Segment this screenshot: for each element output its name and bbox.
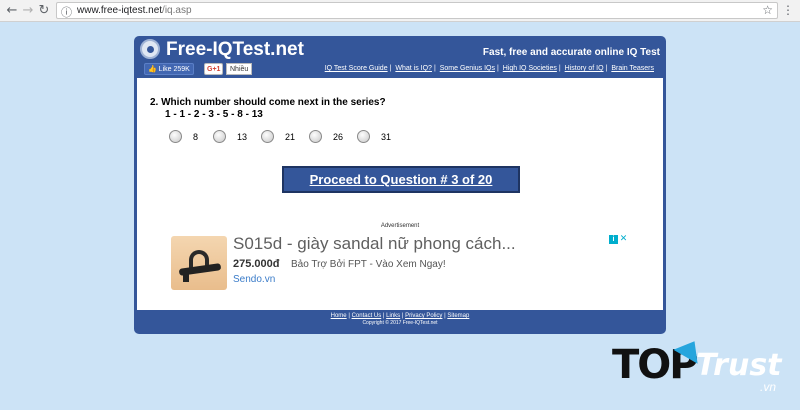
- bookmark-star-icon[interactable]: ☆: [762, 3, 773, 17]
- ad-label: Advertisement: [380, 223, 420, 229]
- nav-link-brain-teasers[interactable]: Brain Teasers: [611, 65, 654, 72]
- ad-info-icon[interactable]: i: [609, 235, 618, 244]
- radio-button[interactable]: [213, 130, 226, 143]
- ad-description: Bảo Trợ Bởi FPT - Vào Xem Ngay!: [291, 259, 446, 270]
- google-plus-count: Nhiều: [226, 63, 253, 75]
- forward-arrow-icon[interactable]: →: [20, 3, 36, 19]
- copyright: Copyright © 2017 Free-IQTest.net: [362, 320, 438, 326]
- toptrust-watermark-logo: TOP Trust .vn: [612, 334, 792, 400]
- footer-link-sitemap[interactable]: Sitemap: [447, 313, 469, 319]
- series-text: 1 - 1 - 2 - 3 - 5 - 8 - 13: [165, 109, 263, 120]
- facebook-like-button[interactable]: 👍 Like 259K: [144, 63, 194, 75]
- ad-price: 275.000đ: [233, 258, 280, 270]
- info-icon[interactable]: ⓘ: [61, 4, 72, 20]
- nav-link-high-iq-societies[interactable]: High IQ Societies: [503, 65, 557, 72]
- site-frame: Free-IQTest.net Fast, free and accurate …: [134, 36, 666, 334]
- radio-button[interactable]: [357, 130, 370, 143]
- logo-text: Free-IQTest.net: [166, 39, 304, 60]
- radio-button[interactable]: [261, 130, 274, 143]
- google-plus-button[interactable]: G+1: [204, 63, 224, 75]
- footer-link-home[interactable]: Home: [331, 313, 347, 319]
- logo-brain-icon: [140, 39, 160, 59]
- proceed-button[interactable]: Proceed to Question # 3 of 20: [282, 166, 520, 193]
- browser-toolbar: ← → ↻ ⓘ www.free-iqtest.net/iq.asp ☆ ⋮: [0, 0, 800, 22]
- reload-icon[interactable]: ↻: [36, 3, 52, 19]
- footer-link-privacy[interactable]: Privacy Policy: [405, 313, 442, 319]
- thumbs-up-icon: 👍: [148, 66, 157, 73]
- url-text[interactable]: www.free-iqtest.net/iq.asp: [77, 5, 192, 16]
- radio-button[interactable]: [309, 130, 322, 143]
- address-bar[interactable]: ⓘ www.free-iqtest.net/iq.asp ☆: [56, 2, 778, 19]
- ad-close-icon[interactable]: ✕: [619, 235, 628, 244]
- site-tagline: Fast, free and accurate online IQ Test: [482, 47, 660, 58]
- footer-link-links[interactable]: Links: [386, 313, 400, 319]
- nav-link-what-is-iq[interactable]: What is IQ?: [395, 65, 432, 72]
- watermark-vn: .vn: [760, 380, 777, 394]
- quiz-panel: 2. Which number should come next in the …: [137, 78, 663, 310]
- sub-header: 👍 Like 259K G+1 Nhiều IQ Test Score Guid…: [134, 62, 666, 76]
- ad-choices[interactable]: i ✕: [609, 235, 629, 244]
- ad-banner[interactable]: S015d - giày sandal nữ phong cách... 275…: [171, 234, 631, 294]
- ad-source-link[interactable]: Sendo.vn: [233, 274, 275, 285]
- nav-link-genius-iqs[interactable]: Some Genius IQs: [440, 65, 495, 72]
- footer-links: Home | Contact Us | Links | Privacy Poli…: [330, 313, 470, 319]
- back-arrow-icon[interactable]: ←: [4, 3, 20, 19]
- nav-link-history-of-iq[interactable]: History of IQ: [565, 65, 604, 72]
- watermark-trust: Trust: [696, 348, 782, 383]
- nav-link-score-guide[interactable]: IQ Test Score Guide: [325, 65, 388, 72]
- ad-sandal-image[interactable]: [171, 236, 227, 290]
- question-text: 2. Which number should come next in the …: [150, 97, 386, 108]
- top-nav-links: IQ Test Score Guide | What is IQ? | Some G…: [324, 65, 654, 72]
- footer-link-contact[interactable]: Contact Us: [352, 313, 382, 319]
- radio-button[interactable]: [169, 130, 182, 143]
- site-footer: Home | Contact Us | Links | Privacy Poli…: [134, 313, 666, 326]
- ad-title[interactable]: S015d - giày sandal nữ phong cách...: [233, 234, 516, 254]
- menu-dots-icon[interactable]: ⋮: [782, 3, 794, 17]
